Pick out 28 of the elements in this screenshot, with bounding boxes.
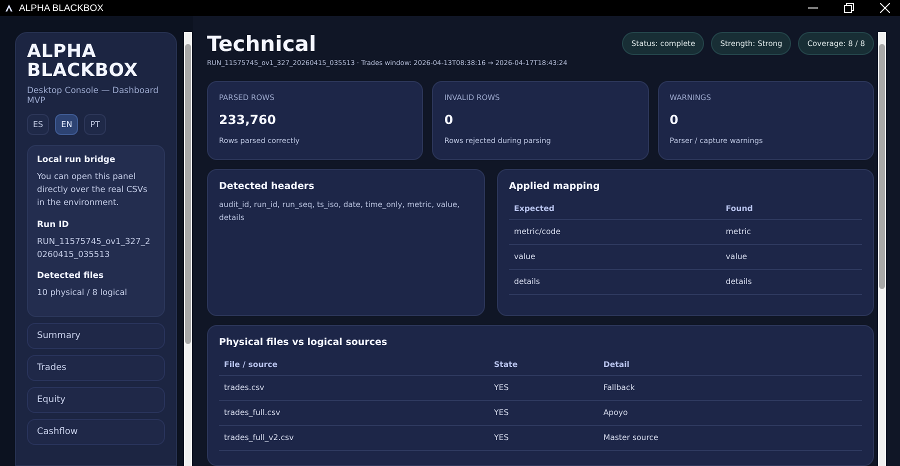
nav-item[interactable]: Trades <box>27 355 165 382</box>
language-button[interactable]: EN <box>55 114 78 136</box>
nav-item[interactable]: Equity <box>27 387 165 414</box>
files-label: Detected files <box>37 271 105 282</box>
card-title: Physical files vs logical sources <box>219 337 388 348</box>
stat-value: 0 <box>444 112 454 127</box>
restore-icon[interactable] <box>844 3 854 13</box>
window-title: ALPHA BLACKBOX <box>19 2 104 14</box>
main-scrollbar[interactable] <box>878 32 886 466</box>
language-button[interactable]: PT <box>84 114 106 136</box>
brand-subtitle: Desktop Console — Dashboard MVP <box>27 86 160 106</box>
close-icon[interactable] <box>880 3 890 13</box>
app-logo-icon <box>5 4 13 12</box>
files-value: 10 physical / 8 logical <box>37 286 128 300</box>
card-title: Detected headers <box>219 181 316 192</box>
sidebar-scrollbar[interactable] <box>184 32 192 466</box>
page-title: Technical <box>207 32 318 56</box>
card-title: Applied mapping <box>509 181 601 192</box>
run-id-value: RUN_11575745_ov1_327_20260415_035513 <box>37 234 152 260</box>
language-button[interactable]: ES <box>27 114 50 136</box>
run-id-label: Run ID <box>37 220 70 230</box>
nav-item[interactable]: Cashflow <box>27 419 165 446</box>
bridge-title: Local run bridge <box>37 155 116 166</box>
nav-item[interactable]: Summary <box>27 323 165 350</box>
bridge-text: You can open this panel directly over the real CSVs in the environment. <box>37 170 148 209</box>
brand-title: ALPHA BLACKBOX <box>27 43 139 81</box>
stat-value: 0 <box>670 112 680 127</box>
stat-value: 233,760 <box>219 112 277 127</box>
